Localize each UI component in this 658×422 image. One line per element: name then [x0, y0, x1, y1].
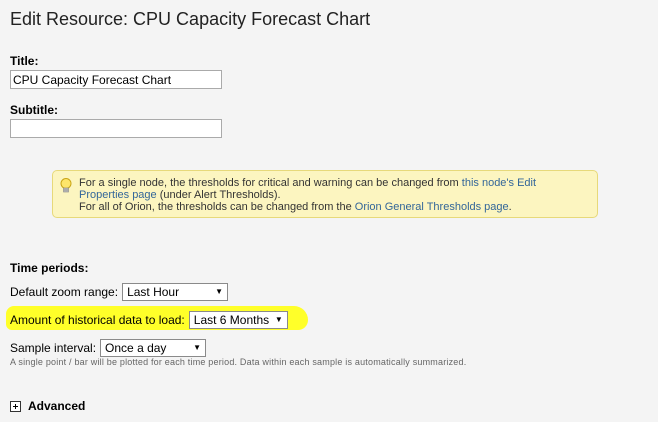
hint-line1-prefix: For a single node, the thresholds for cr…: [79, 177, 462, 189]
hint-line2-prefix: For all of Orion, the thresholds can be …: [79, 201, 355, 213]
history-select[interactable]: Last 6 Months ▼: [188, 311, 288, 329]
dropdown-arrow-icon: ▼: [274, 315, 283, 324]
hint-line1-suffix: (under Alert Thresholds).: [156, 189, 281, 201]
expand-plus-icon[interactable]: [10, 400, 21, 412]
title-label: Title:: [10, 54, 39, 68]
history-label: Amount of historical data to load:: [10, 313, 185, 327]
time-periods-heading: Time periods:: [10, 261, 89, 275]
zoom-range-row: Default zoom range: Last Hour ▼: [10, 283, 229, 301]
hint-line2-suffix: .: [508, 201, 512, 213]
sample-help-note: A single point / bar will be plotted for…: [10, 357, 467, 367]
page-title: Edit Resource: CPU Capacity Forecast Cha…: [10, 9, 371, 29]
zoom-range-value: Last Hour: [127, 285, 180, 299]
zoom-range-label: Default zoom range:: [10, 285, 119, 299]
history-value: Last 6 Months: [193, 313, 270, 327]
subtitle-label: Subtitle:: [10, 103, 58, 117]
dropdown-arrow-icon: ▼: [193, 343, 202, 352]
interval-value: Once a day: [105, 341, 167, 355]
subtitle-input[interactable]: [10, 119, 222, 138]
general-thresholds-link[interactable]: Orion General Thresholds page: [355, 201, 509, 213]
hint-text: For a single node, the thresholds for cr…: [79, 177, 589, 213]
dropdown-arrow-icon: ▼: [215, 287, 224, 296]
interval-label: Sample interval:: [10, 341, 97, 355]
zoom-range-select[interactable]: Last Hour ▼: [122, 283, 229, 301]
title-input[interactable]: [10, 70, 222, 89]
history-row: Amount of historical data to load: Last …: [10, 311, 288, 329]
interval-select[interactable]: Once a day ▼: [100, 339, 207, 357]
interval-row: Sample interval: Once a day ▼: [10, 339, 207, 357]
thresholds-hint-box: For a single node, the thresholds for cr…: [52, 170, 598, 218]
lightbulb-icon: [59, 177, 73, 195]
advanced-toggle[interactable]: Advanced: [10, 399, 85, 413]
advanced-label: Advanced: [28, 399, 86, 413]
